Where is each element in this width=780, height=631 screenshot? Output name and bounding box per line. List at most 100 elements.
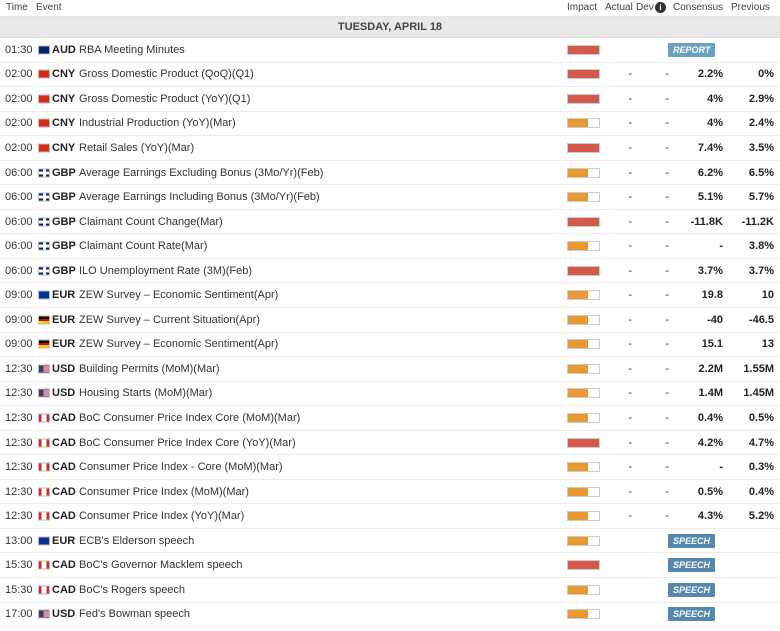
table-row[interactable]: 01:30 AUD RBA Meeting Minutes REPORT: [0, 38, 780, 63]
deviation-value: -: [665, 117, 669, 130]
table-row[interactable]: 06:00 GBP Average Earnings Including Bonus…: [0, 185, 780, 210]
previous-value: 3.5%: [748, 141, 774, 154]
event-name[interactable]: Fed's Bowman speech: [79, 608, 190, 620]
table-row[interactable]: 09:00 EUR ZEW Survey – Economic Sentiment(…: [0, 333, 780, 358]
event-name[interactable]: RBA Meeting Minutes: [79, 44, 185, 56]
table-row[interactable]: 06:00 GBP Average Earnings Excluding Bonus…: [0, 161, 780, 186]
consensus-value: 0.5%: [697, 485, 723, 498]
table-row[interactable]: 06:00 GBP Claimant Count Change(Mar) - - -11.…: [0, 210, 780, 235]
header-impact[interactable]: Impact: [567, 2, 597, 13]
table-row[interactable]: 02:00 CNY Industrial Production (YoY)(Mar)…: [0, 112, 780, 137]
event-name[interactable]: Retail Sales (YoY)(Mar): [79, 142, 194, 154]
deviation-value: -: [665, 191, 669, 204]
table-row[interactable]: 12:30 CAD Consumer Price Index (MoM)(Mar) -…: [0, 480, 780, 505]
table-row[interactable]: 15:30 CAD BoC's Governor Macklem speech SPE…: [0, 553, 780, 579]
event-time: 02:00: [5, 92, 33, 105]
consensus-value: 5.1%: [697, 191, 723, 204]
impact-fill: [568, 364, 588, 373]
event-name[interactable]: BoC's Governor Macklem speech: [79, 559, 243, 571]
currency-code: CNY: [52, 141, 76, 154]
previous-value: 13: [761, 338, 774, 351]
impact-indicator: [567, 241, 600, 252]
event-name[interactable]: Consumer Price Index (MoM)(Mar): [79, 486, 249, 498]
currency-code: CAD: [52, 436, 76, 449]
actual-value: -: [628, 461, 632, 474]
deviation-value: -: [665, 338, 669, 351]
impact-fill: [568, 266, 599, 275]
header-consensus[interactable]: Consensus: [673, 2, 723, 13]
header-time[interactable]: Time: [6, 2, 28, 13]
event-name[interactable]: Gross Domestic Product (YoY)(Q1): [79, 93, 250, 105]
consensus-value: -40: [707, 313, 723, 326]
event-time: 12:30: [5, 485, 33, 498]
header-actual[interactable]: Actual: [605, 2, 633, 13]
table-row[interactable]: 06:00 GBP Claimant Count Rate(Mar) - - - 3.8%: [0, 234, 780, 259]
de-flag-icon: [38, 315, 50, 325]
previous-value: 4.7%: [748, 436, 774, 449]
event-name[interactable]: Average Earnings Excluding Bonus (3Mo/Yr…: [79, 167, 323, 179]
event-name[interactable]: ZEW Survey – Economic Sentiment(Apr): [79, 289, 278, 301]
speech-badge[interactable]: SPEECH: [668, 533, 716, 548]
header-dev[interactable]: Dev: [636, 2, 654, 13]
consensus-value: 4%: [707, 117, 723, 130]
ca-flag-icon: [38, 560, 50, 570]
event-name[interactable]: Consumer Price Index (YoY)(Mar): [79, 510, 244, 522]
table-row[interactable]: 13:00 EUR ECB's Elderson speech SPEECH: [0, 529, 780, 554]
deviation-value: -: [665, 166, 669, 179]
impact-indicator: [567, 388, 600, 399]
impact-fill: [568, 193, 588, 202]
event-name[interactable]: Housing Starts (MoM)(Mar): [79, 387, 212, 399]
event-name[interactable]: Average Earnings Including Bonus (3Mo/Yr…: [79, 191, 320, 203]
event-name[interactable]: ZEW Survey – Economic Sentiment(Apr): [79, 338, 278, 350]
ca-flag-icon: [38, 413, 50, 423]
event-time: 12:30: [5, 510, 33, 523]
impact-indicator: [567, 412, 600, 423]
table-row[interactable]: 02:00 CNY Gross Domestic Product (QoQ)(Q1)…: [0, 63, 780, 88]
ca-flag-icon: [38, 511, 50, 521]
table-row[interactable]: 02:00 CNY Retail Sales (YoY)(Mar) - - 7.4% 3.5…: [0, 136, 780, 161]
currency-code: USD: [52, 387, 76, 400]
event-name[interactable]: Consumer Price Index - Core (MoM)(Mar): [79, 461, 283, 473]
consensus-value: 3.7%: [697, 264, 723, 277]
previous-value: 10: [761, 289, 774, 302]
event-name[interactable]: Claimant Count Rate(Mar): [79, 240, 207, 252]
impact-fill: [568, 585, 588, 594]
table-row[interactable]: 12:30 CAD Consumer Price Index (YoY)(Mar) -…: [0, 504, 780, 529]
event-name[interactable]: BoC's Rogers speech: [79, 584, 185, 596]
table-row[interactable]: 15:30 CAD BoC's Rogers speech SPEECH: [0, 578, 780, 603]
event-name[interactable]: ECB's Elderson speech: [79, 535, 194, 547]
header-event[interactable]: Event: [36, 2, 62, 13]
speech-badge[interactable]: SPEECH: [668, 558, 716, 573]
impact-fill: [568, 463, 588, 472]
deviation-value: -: [665, 215, 669, 228]
cn-flag-icon: [38, 118, 50, 128]
speech-badge[interactable]: SPEECH: [668, 582, 716, 597]
speech-badge[interactable]: SPEECH: [668, 607, 716, 622]
impact-indicator: [567, 486, 600, 497]
consensus-value: 4.3%: [697, 510, 723, 523]
event-name[interactable]: ILO Unemployment Rate (3M)(Feb): [79, 265, 252, 277]
event-name[interactable]: BoC Consumer Price Index Core (YoY)(Mar): [79, 437, 296, 449]
table-row[interactable]: 02:00 CNY Gross Domestic Product (YoY)(Q1)…: [0, 87, 780, 112]
table-row[interactable]: 09:00 EUR ZEW Survey – Current Situation(A…: [0, 308, 780, 333]
table-row[interactable]: 06:00 GBP ILO Unemployment Rate (3M)(Feb) -…: [0, 259, 780, 284]
consensus-value: -: [719, 461, 723, 474]
event-name[interactable]: ZEW Survey – Current Situation(Apr): [79, 314, 260, 326]
report-badge[interactable]: REPORT: [668, 42, 716, 57]
impact-indicator: [567, 265, 600, 276]
table-row[interactable]: 09:00 EUR ZEW Survey – Economic Sentiment(…: [0, 283, 780, 309]
table-row[interactable]: 12:30 CAD BoC Consumer Price Index Core (Y…: [0, 431, 780, 456]
table-row[interactable]: 17:00 USD Fed's Bowman speech SPEECH: [0, 603, 780, 628]
info-icon[interactable]: i: [655, 2, 666, 13]
event-name[interactable]: Building Permits (MoM)(Mar): [79, 363, 220, 375]
header-previous[interactable]: Previous: [731, 2, 770, 13]
event-name[interactable]: Gross Domestic Product (QoQ)(Q1): [79, 68, 254, 80]
table-row[interactable]: 12:30 USD Housing Starts (MoM)(Mar) - - 1.4M 1…: [0, 382, 780, 407]
event-name[interactable]: Claimant Count Change(Mar): [79, 216, 223, 228]
event-name[interactable]: Industrial Production (YoY)(Mar): [79, 117, 236, 129]
table-row[interactable]: 12:30 CAD BoC Consumer Price Index Core (M…: [0, 406, 780, 431]
event-name[interactable]: BoC Consumer Price Index Core (MoM)(Mar): [79, 412, 300, 424]
table-row[interactable]: 12:30 CAD Consumer Price Index - Core (MoM…: [0, 455, 780, 480]
deviation-value: -: [665, 141, 669, 154]
table-row[interactable]: 12:30 USD Building Permits (MoM)(Mar) - - 2.2…: [0, 357, 780, 382]
